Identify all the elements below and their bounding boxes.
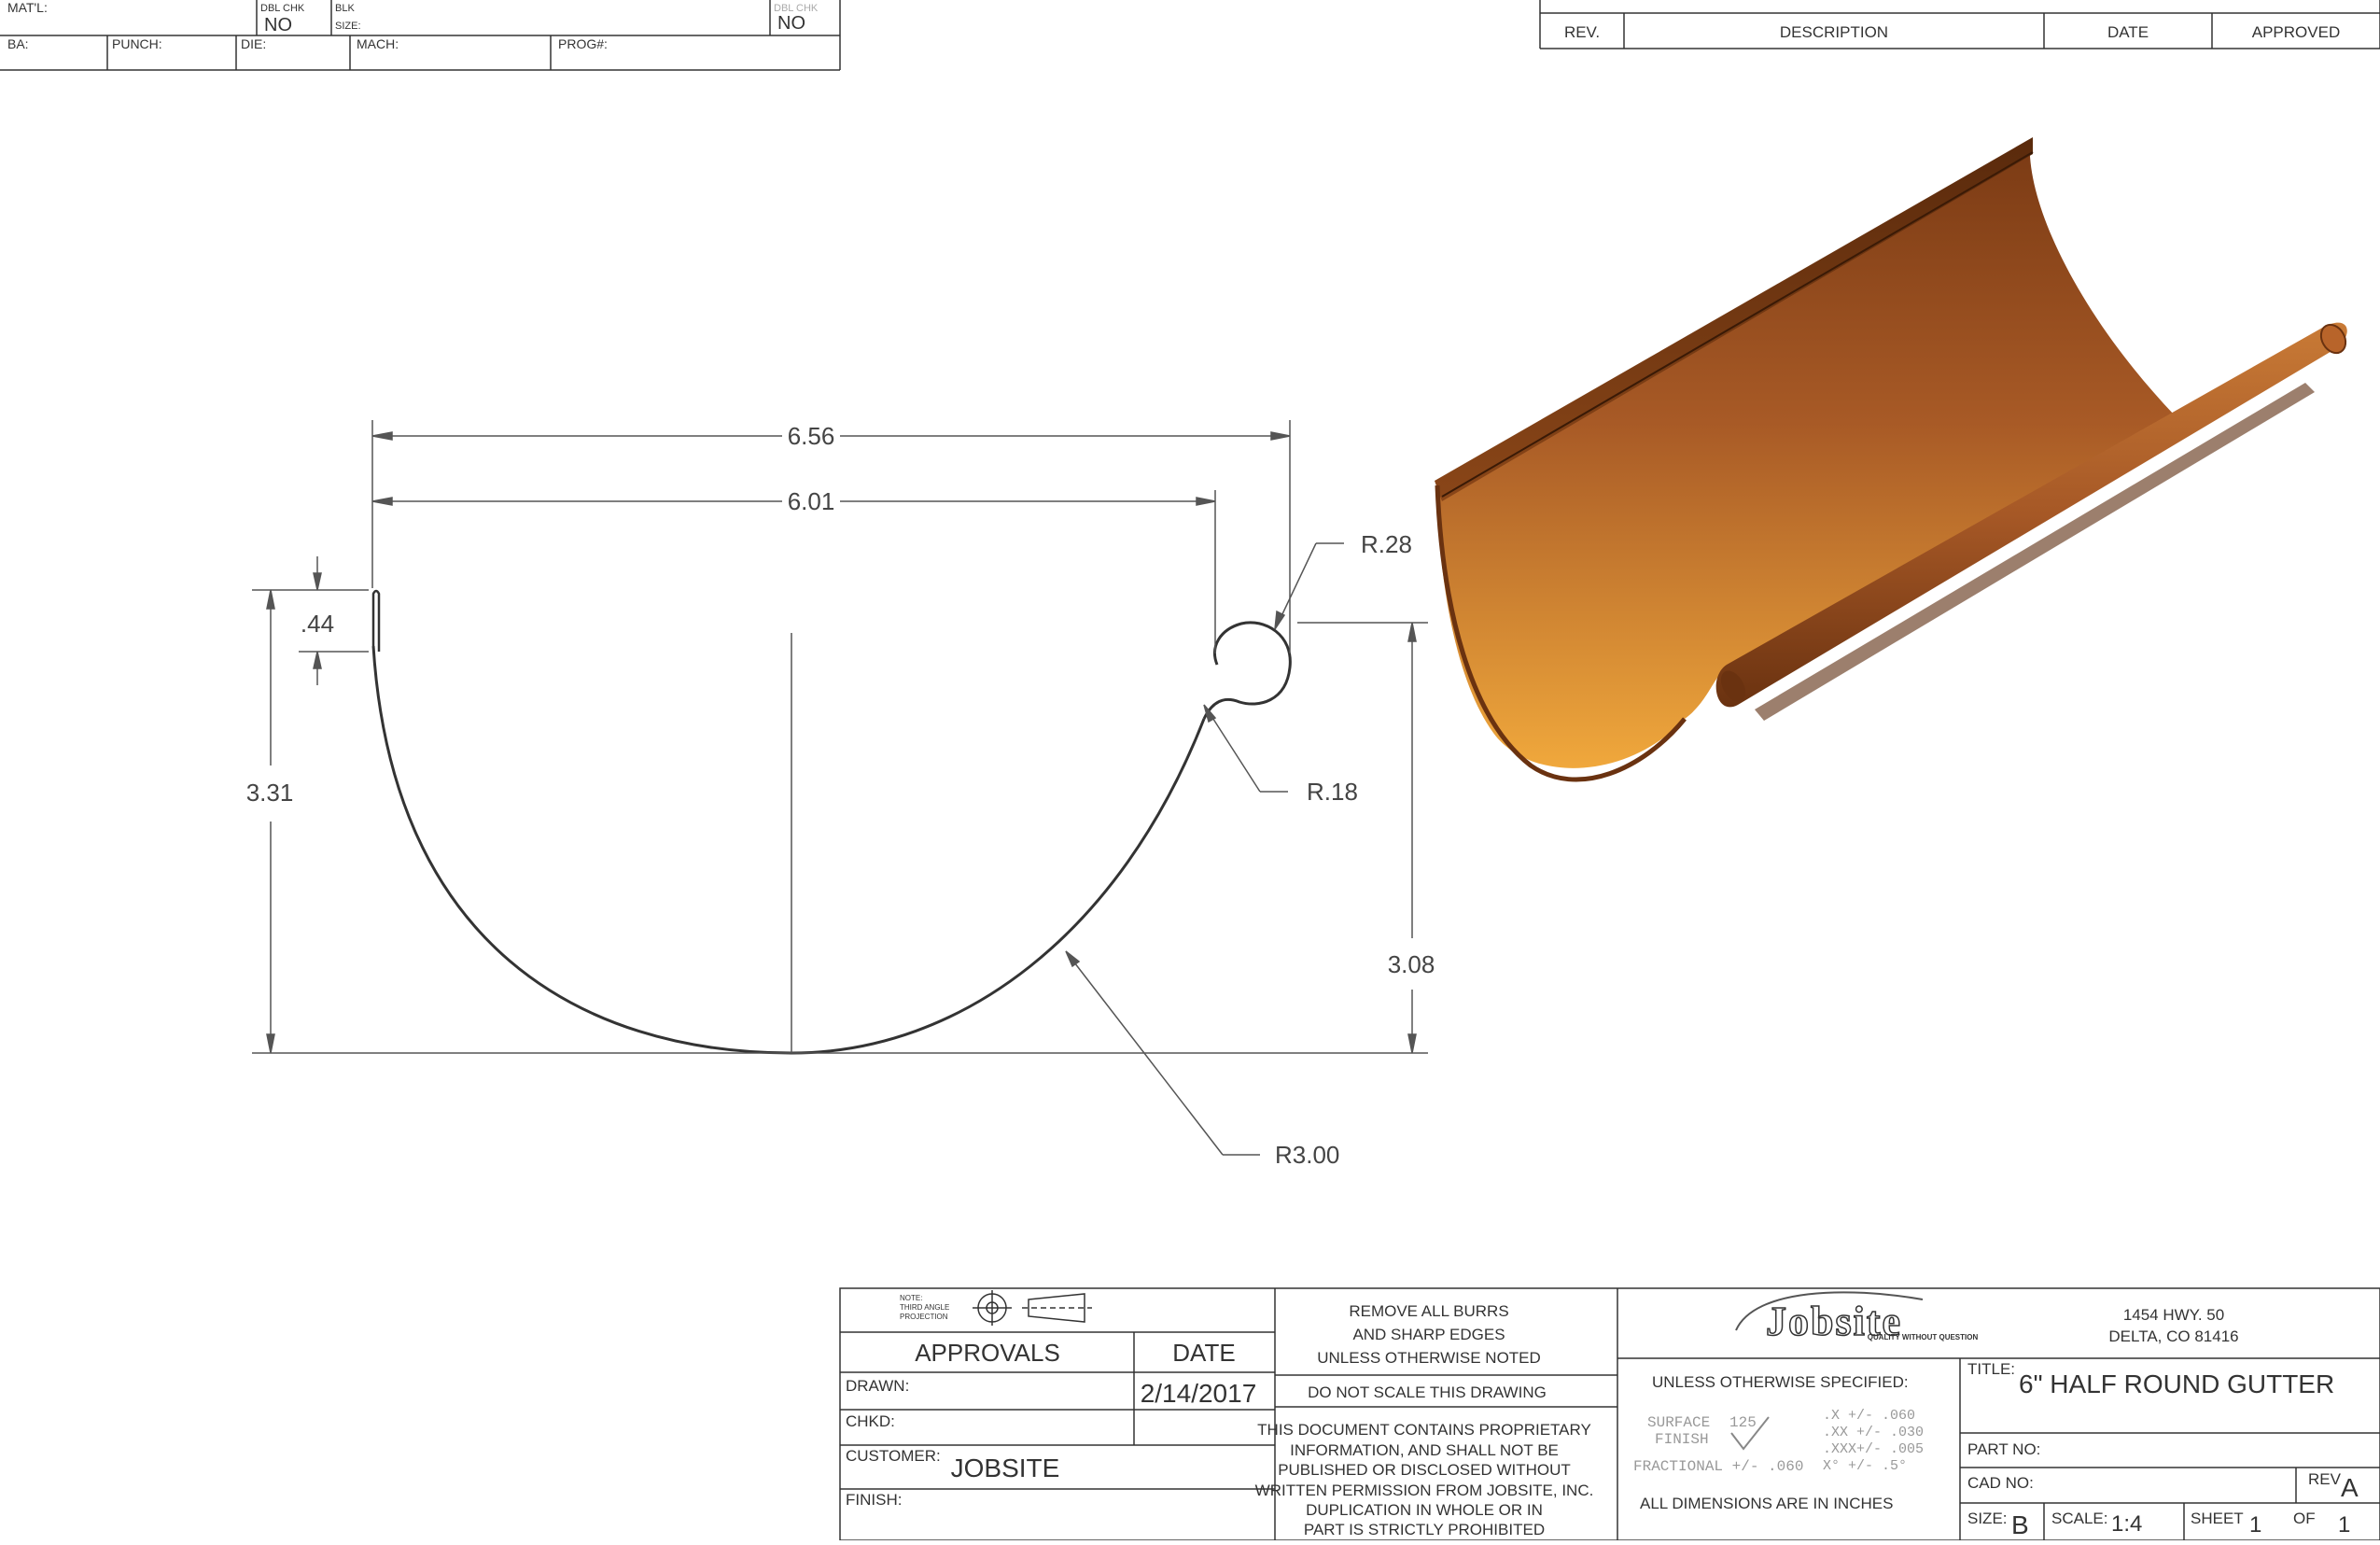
burrs-line1: REMOVE ALL BURRS [1349,1302,1508,1320]
jobsite-logo: Jobsite QUALITY WITHOUT QUESTION [1735,1291,1979,1345]
tol-xxx: .XXX+/- .005 [1823,1441,1924,1457]
of-value: 1 [2338,1512,2350,1538]
address-line2: DELTA, CO 81416 [2108,1327,2238,1345]
description-col-label: DESCRIPTION [1780,23,1888,41]
dbl-chk-value: NO [264,15,292,35]
proprietary-line3: PUBLISHED OR DISCLOSED WITHOUT [1278,1461,1571,1479]
projection-note3: PROJECTION [900,1313,948,1321]
top-left-block [0,0,841,71]
dbl-chk2-value: NO [777,13,805,34]
scale-value: 1:4 [2111,1511,2142,1537]
approvals-label: APPROVALS [915,1339,1060,1367]
address-line1: 1454 HWY. 50 [2123,1306,2224,1324]
dim-overall-width: 6.56 [788,422,835,450]
surface-label2: FINISH [1655,1431,1709,1448]
unless-specified: UNLESS OTHERWISE SPECIFIED: [1652,1373,1909,1391]
gutter-3d-render [1435,137,2347,782]
dim-neck-radius: R.18 [1307,778,1358,806]
approved-col-label: APPROVED [2252,23,2340,41]
size-label: SIZE: [335,21,361,32]
fractional-tol: FRACTIONAL +/- .060 [1633,1458,1803,1475]
size-label: SIZE: [1967,1510,2008,1527]
tol-angle: X° +/- .5° [1823,1458,1907,1474]
dim-trough-radius: R3.00 [1275,1141,1339,1169]
of-label: OF [2293,1510,2316,1527]
proprietary-line1: THIS DOCUMENT CONTAINS PROPRIETARY [1257,1421,1591,1439]
proprietary-line2: INFORMATION, AND SHALL NOT BE [1290,1441,1559,1459]
dbl-chk-label: DBL CHK [260,3,305,14]
die-label: DIE: [241,36,266,51]
matl-label: MAT'L: [7,0,48,15]
logo-tagline: QUALITY WITHOUT QUESTION [1868,1333,1979,1341]
proprietary-line4: WRITTEN PERMISSION FROM JOBSITE, INC. [1255,1482,1594,1499]
finish-label: FINISH: [846,1491,902,1509]
punch-label: PUNCH: [112,36,162,51]
drawing-sheet: MAT'L: DBL CHK NO BLK SIZE: DBL CHK NO B… [0,0,2380,1541]
dim-front-height: 3.08 [1388,950,1435,978]
title-label: TITLE: [1967,1360,2015,1378]
chkd-label: CHKD: [846,1412,895,1430]
tol-x: .X +/- .060 [1823,1408,1915,1424]
burrs-line3: UNLESS OTHERWISE NOTED [1317,1349,1541,1367]
rev-value: A [2341,1473,2359,1502]
all-dims-note: ALL DIMENSIONS ARE IN INCHES [1640,1495,1893,1512]
proprietary-line6: PART IS STRICTLY PROHIBITED [1304,1521,1545,1538]
customer-label: CUSTOMER: [846,1447,941,1465]
mach-label: MACH: [357,36,399,51]
sheet-value: 1 [2249,1512,2261,1538]
title-block [839,1287,2380,1541]
size-value: B [2011,1510,2029,1539]
rev-label: REV [2308,1470,2342,1488]
ba-label: BA: [7,36,29,51]
part-no-label: PART NO: [1967,1440,2040,1458]
surface-value: 125 [1729,1414,1757,1431]
dimension-lines [252,420,1428,1156]
blk-label: BLK [335,3,355,14]
scale-label: SCALE: [2051,1510,2107,1527]
drawing-canvas: MAT'L: DBL CHK NO BLK SIZE: DBL CHK NO B… [0,0,2380,1541]
proprietary-line5: DUPLICATION IN WHOLE OR IN [1306,1501,1543,1519]
dim-hem-height: .44 [301,610,334,638]
sheet-label: SHEET [2191,1510,2244,1527]
no-scale-note: DO NOT SCALE THIS DRAWING [1308,1383,1547,1401]
customer-value: JOBSITE [951,1454,1060,1482]
drawn-date: 2/14/2017 [1141,1379,1257,1408]
date-col-label: DATE [2107,23,2149,41]
projection-note2: THIRD ANGLE [900,1303,949,1312]
cad-no-label: CAD NO: [1967,1474,2034,1492]
drawn-label: DRAWN: [846,1377,909,1395]
dim-bead-radius: R.28 [1361,530,1412,558]
projection-note1: NOTE: [900,1294,922,1302]
dim-inner-width: 6.01 [788,487,835,515]
approvals-date-label: DATE [1172,1339,1235,1367]
gutter-profile [371,589,1292,1055]
tol-xx: .XX +/- .030 [1823,1425,1924,1440]
surface-label1: SURFACE [1647,1414,1710,1431]
burrs-line2: AND SHARP EDGES [1352,1326,1505,1343]
rev-col-label: REV. [1564,23,1600,41]
prog-label: PROG#: [558,36,608,51]
dim-back-height: 3.31 [246,779,294,807]
drawing-title: 6" HALF ROUND GUTTER [2019,1369,2334,1398]
